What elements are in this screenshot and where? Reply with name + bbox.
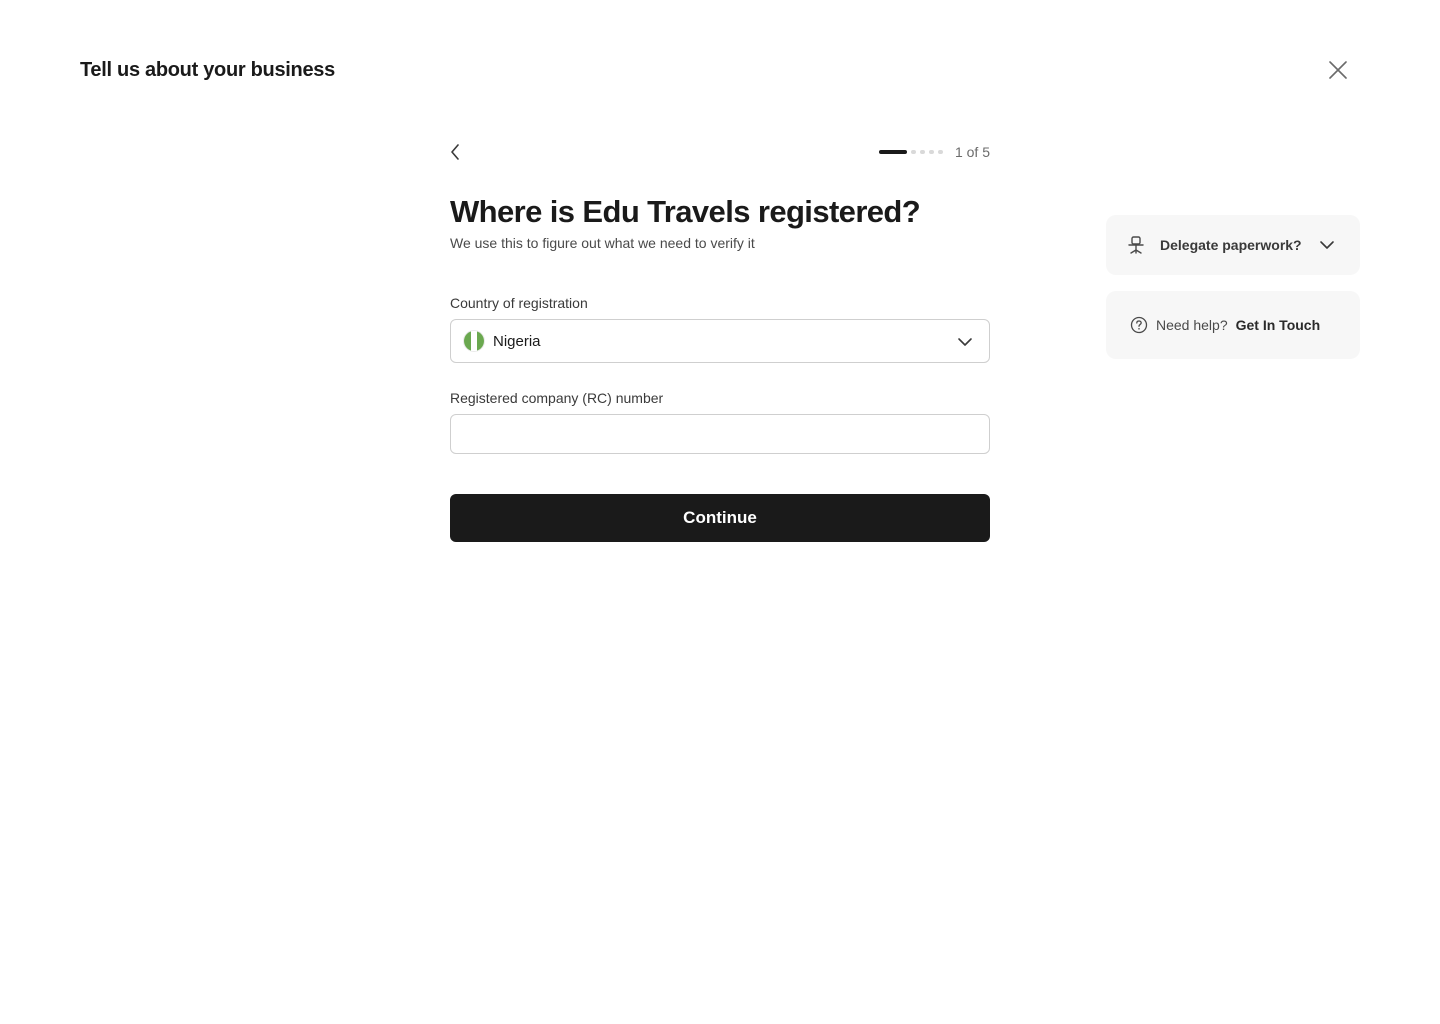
rc-number-input[interactable] — [450, 414, 990, 454]
chevron-down-icon — [1319, 241, 1334, 249]
progress-segment-active — [878, 150, 907, 154]
need-help-text: Need help? — [1156, 317, 1228, 333]
get-in-touch-link[interactable]: Get In Touch — [1236, 317, 1321, 333]
office-chair-icon — [1128, 236, 1144, 254]
progress-label: 1 of 5 — [954, 144, 990, 160]
continue-button[interactable]: Continue — [450, 494, 990, 542]
nigeria-flag-icon — [463, 330, 485, 352]
chevron-left-icon — [451, 144, 459, 160]
step-progress: 1 of 5 — [878, 140, 990, 164]
page-title: Tell us about your business — [80, 59, 335, 81]
delegate-paperwork-label: Delegate paperwork? — [1160, 237, 1302, 253]
step-nav: 1 of 5 — [450, 140, 990, 164]
country-select-value: Nigeria — [493, 332, 541, 350]
delegate-paperwork-card[interactable]: Delegate paperwork? — [1106, 215, 1360, 275]
registration-form: 1 of 5 Where is Edu Travels registered? … — [450, 140, 990, 542]
question-circle-icon — [1130, 316, 1148, 334]
help-card: Need help? Get In Touch — [1106, 291, 1360, 359]
progress-bar — [878, 150, 943, 154]
form-heading: Where is Edu Travels registered? — [450, 194, 921, 229]
progress-segment — [919, 150, 925, 154]
country-field: Country of registration Nigeria — [450, 294, 990, 363]
progress-segment — [928, 150, 934, 154]
rc-number-field: Registered company (RC) number — [450, 389, 990, 454]
close-button[interactable] — [1326, 58, 1350, 82]
progress-segment — [910, 150, 916, 154]
country-select[interactable]: Nigeria — [450, 319, 990, 363]
back-button[interactable] — [450, 140, 470, 164]
chevron-down-icon — [958, 338, 972, 346]
rc-number-label: Registered company (RC) number — [450, 390, 664, 406]
close-icon — [1329, 61, 1347, 79]
country-label: Country of registration — [450, 295, 588, 311]
progress-segment — [937, 150, 943, 154]
form-subheading: We use this to figure out what we need t… — [450, 235, 755, 251]
